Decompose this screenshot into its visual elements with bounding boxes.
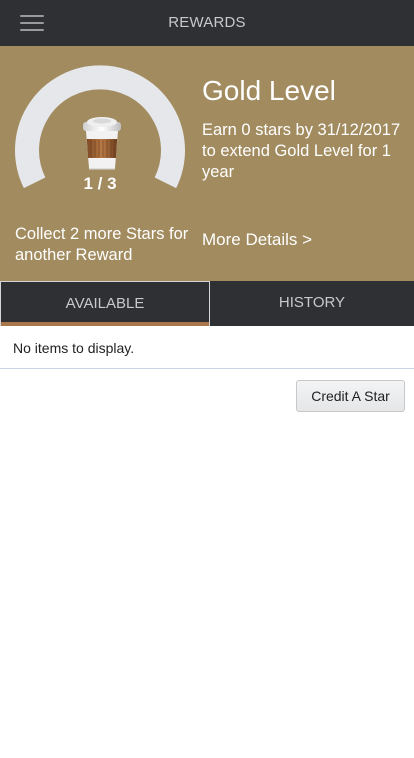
rewards-summary: 1 / 3 Collect 2 more Stars for another R…	[0, 46, 414, 281]
coffee-cup-icon	[79, 112, 125, 170]
tab-history-label: HISTORY	[278, 294, 346, 311]
tab-available[interactable]: AVAILABLE	[0, 281, 210, 326]
top-bar: REWARDS	[0, 0, 414, 46]
hamburger-menu-icon[interactable]	[14, 10, 48, 36]
credit-a-star-button[interactable]: Credit A Star	[296, 380, 405, 412]
level-title: Gold Level	[202, 75, 336, 106]
collect-stars-message: Collect 2 more Stars for another Reward	[15, 225, 189, 264]
rewards-tabs: AVAILABLE HISTORY	[0, 281, 414, 326]
star-progress-label: 1 / 3	[83, 174, 117, 193]
rewards-screen: REWARDS 1 / 3 Collect 2 more Stars for a…	[0, 0, 414, 758]
level-description: Earn 0 stars by 31/12/2017 to extend Gol…	[202, 121, 401, 181]
tab-history[interactable]: HISTORY	[210, 281, 414, 326]
empty-list-message: No items to display.	[13, 340, 135, 356]
more-details-link[interactable]: More Details >	[202, 230, 312, 250]
page-title: REWARDS	[168, 14, 246, 31]
tab-available-label: AVAILABLE	[65, 295, 145, 312]
available-rewards-list: No items to display.	[0, 326, 414, 369]
